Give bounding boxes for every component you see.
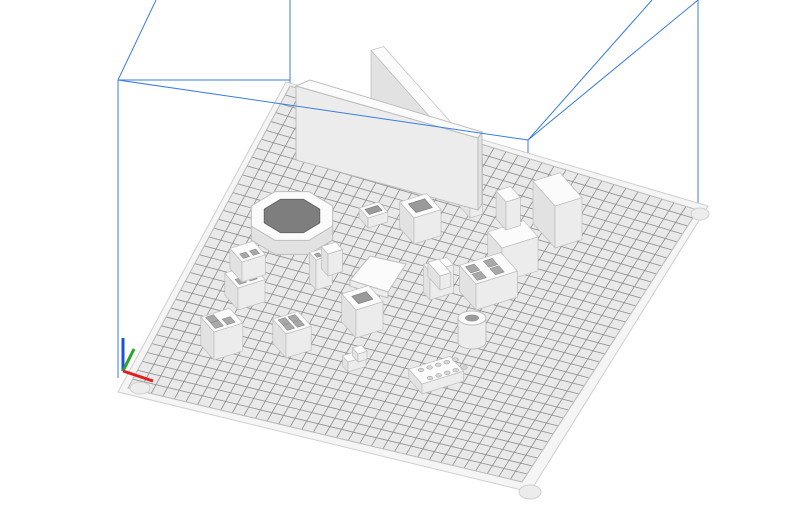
corner-bracket[interactable] [422,256,455,301]
hex-nut-cylinder[interactable] [457,310,487,350]
hollow-cube-small[interactable] [200,307,244,361]
3d-viewport[interactable] [0,0,800,510]
scene-canvas[interactable] [0,0,800,510]
octagon-ring[interactable] [250,191,334,255]
